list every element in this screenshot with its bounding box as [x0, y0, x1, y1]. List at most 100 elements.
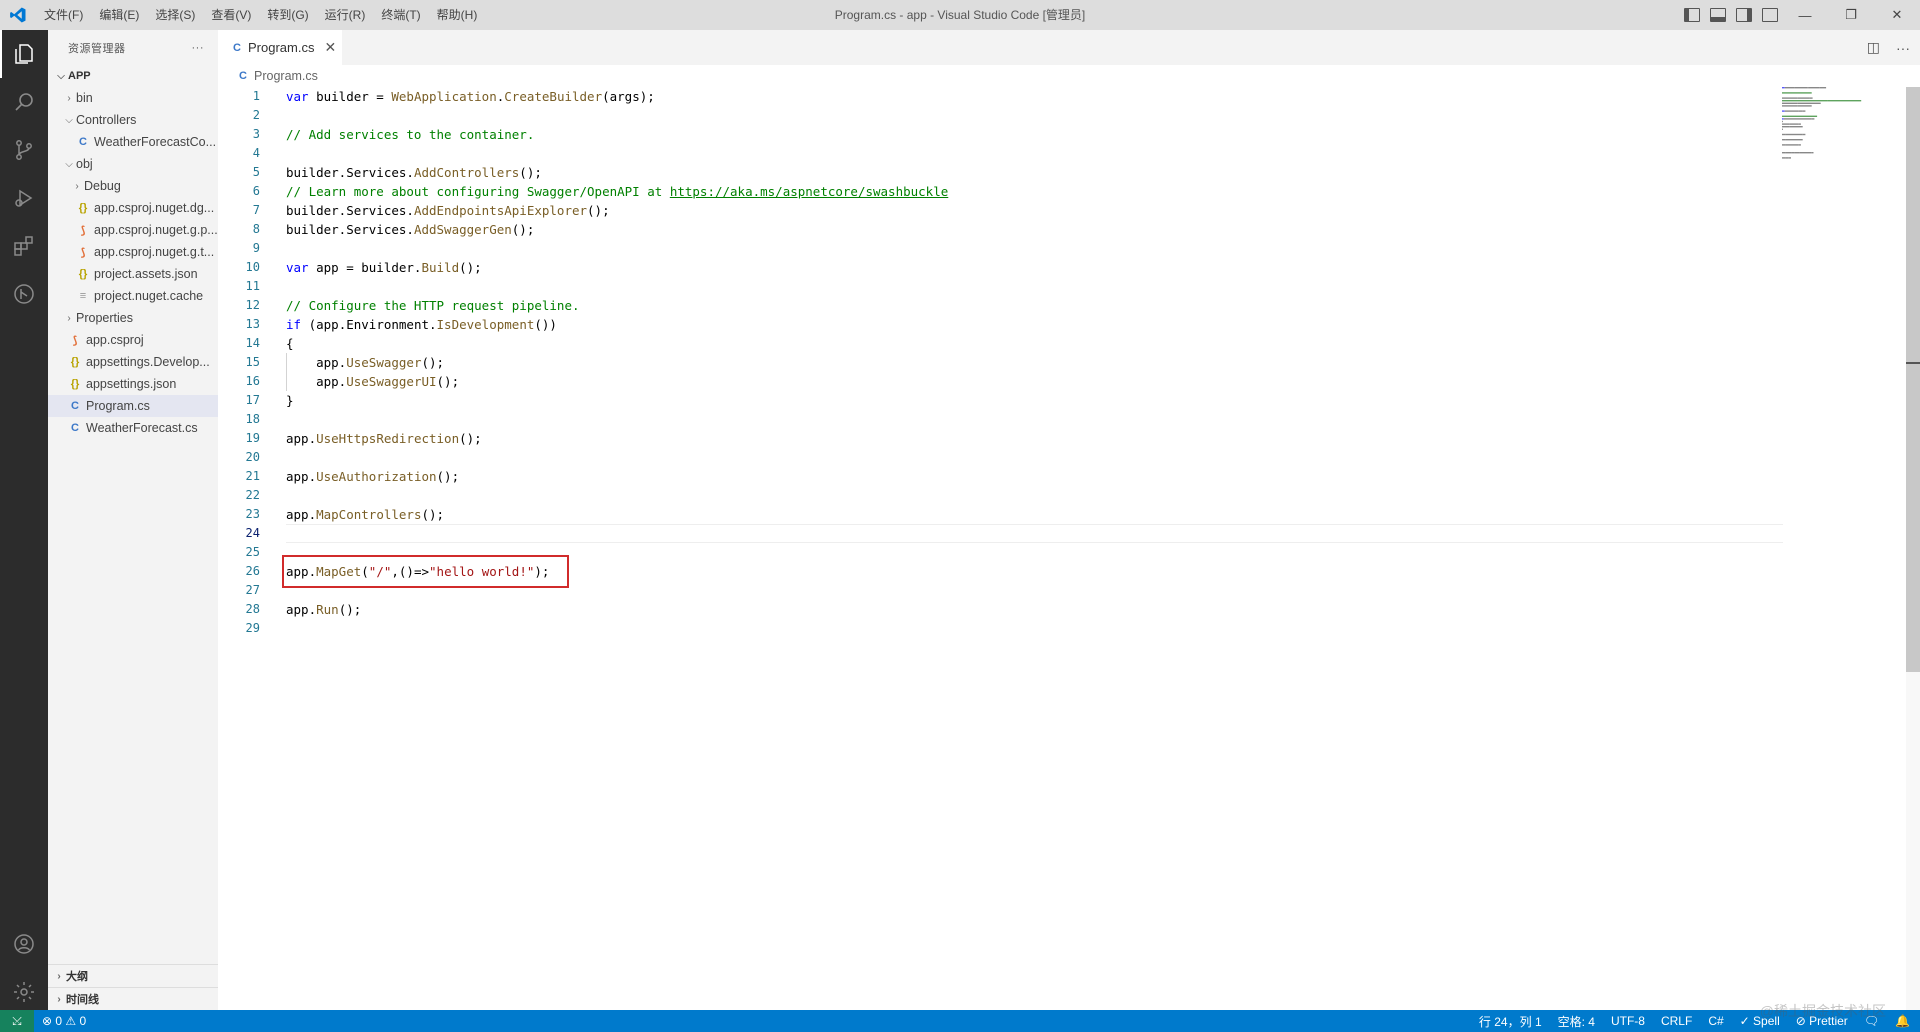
menu-item[interactable]: 文件(F) — [36, 0, 91, 30]
tree-file[interactable]: {} project.assets.json — [48, 263, 218, 285]
tree-file[interactable]: {} appsettings.Develop... — [48, 351, 218, 373]
code-line[interactable]: { — [286, 334, 1906, 353]
code-line[interactable]: builder.Services.AddSwaggerGen(); — [286, 220, 1906, 239]
minimap-token — [1782, 102, 1798, 104]
tree-folder[interactable]: › Debug — [48, 175, 218, 197]
file-encoding[interactable]: UTF-8 — [1611, 1014, 1645, 1028]
menu-item[interactable]: 转到(G) — [259, 0, 316, 30]
code-line[interactable] — [286, 619, 1906, 638]
code-line[interactable] — [286, 524, 1783, 543]
menu-item[interactable]: 选择(S) — [147, 0, 203, 30]
code-line[interactable] — [286, 277, 1906, 296]
tree-folder[interactable]: ⌵ Controllers — [48, 109, 218, 131]
vertical-scrollbar[interactable] — [1906, 87, 1920, 1010]
extensions-icon[interactable] — [0, 222, 48, 270]
code-line[interactable] — [286, 144, 1906, 163]
code-editor[interactable]: 1 2 3 4 5 6 7 8 9 10 11 12 13 14 15 16 17 18 19 20 21 22 23 24 2… — [218, 87, 1920, 1010]
editor-tab-bar: C Program.cs ✕ ◫ ··· — [218, 30, 1920, 65]
language-mode[interactable]: C# — [1708, 1014, 1723, 1028]
toggle-secondary-sidebar-icon[interactable] — [1736, 8, 1752, 22]
code-line[interactable]: app.Run(); — [286, 600, 1906, 619]
account-icon[interactable] — [0, 920, 48, 968]
code-line[interactable]: app.UseHttpsRedirection(); — [286, 429, 1906, 448]
code-line[interactable]: app.MapControllers(); — [286, 505, 1906, 524]
tree-file[interactable]: {} app.csproj.nuget.dg... — [48, 197, 218, 219]
indentation-setting[interactable]: 空格: 4 — [1558, 1013, 1595, 1030]
code-line[interactable]: builder.Services.AddEndpointsApiExplorer… — [286, 201, 1906, 220]
outline-pane-header[interactable]: › 大纲 — [48, 964, 218, 987]
customize-layout-icon[interactable] — [1762, 8, 1778, 22]
menu-item[interactable]: 运行(R) — [317, 0, 374, 30]
timeline-pane-header[interactable]: › 时间线 — [48, 987, 218, 1010]
file-tree: › bin ⌵ Controllers C WeatherForecastCo... ⌵ ob… — [48, 87, 218, 439]
tree-folder[interactable]: ⌵ obj — [48, 153, 218, 175]
tree-file[interactable]: ⟆ app.csproj.nuget.g.p... — [48, 219, 218, 241]
minimap-token — [1782, 97, 1798, 99]
tree-folder[interactable]: › bin — [48, 87, 218, 109]
search-icon[interactable] — [0, 78, 48, 126]
code-line[interactable]: var app = builder.Build(); — [286, 258, 1906, 277]
menu-item[interactable]: 查看(V) — [203, 0, 259, 30]
code-line[interactable] — [286, 448, 1906, 467]
tree-file[interactable]: ≡ project.nuget.cache — [48, 285, 218, 307]
settings-gear-icon[interactable] — [0, 968, 48, 1016]
minimap-token — [1802, 133, 1806, 136]
close-tab-icon[interactable]: ✕ — [324, 39, 336, 56]
code-line[interactable]: var builder = WebApplication.CreateBuild… — [286, 87, 1906, 106]
minimap-token — [1808, 87, 1820, 89]
toggle-primary-sidebar-icon[interactable] — [1684, 8, 1700, 22]
menu-item[interactable]: 终端(T) — [373, 0, 428, 30]
tree-file[interactable]: C Program.cs — [48, 395, 218, 417]
scrollbar-thumb[interactable] — [1906, 87, 1920, 672]
run-debug-icon[interactable] — [0, 174, 48, 222]
code-token: builder.Services. — [286, 165, 414, 180]
menu-item[interactable]: 帮助(H) — [429, 0, 486, 30]
tree-folder[interactable]: › Properties — [48, 307, 218, 329]
code-line[interactable]: } — [286, 391, 1906, 410]
code-line[interactable]: // Learn more about configuring Swagger/… — [286, 182, 1906, 201]
close-window-button[interactable]: ✕ — [1874, 0, 1920, 30]
code-token: Build — [421, 260, 460, 275]
indent-guide — [286, 353, 287, 372]
tab-program-cs[interactable]: C Program.cs ✕ — [218, 30, 342, 65]
tree-file[interactable]: {} appsettings.json — [48, 373, 218, 395]
cursor-position[interactable]: 行 24，列 1 — [1479, 1013, 1542, 1030]
problems-indicator[interactable]: ⊗ 0 ⚠ 0 — [42, 1014, 86, 1028]
toggle-panel-icon[interactable] — [1710, 8, 1726, 22]
tree-file[interactable]: C WeatherForecast.cs — [48, 417, 218, 439]
code-line[interactable]: // Add services to the container. — [286, 125, 1906, 144]
remote-icon[interactable] — [0, 270, 48, 318]
workspace-section-header[interactable]: ⌵ APP — [48, 65, 218, 87]
minimize-button[interactable]: — — [1782, 0, 1828, 30]
editor-more-actions-icon[interactable]: ··· — [1896, 40, 1910, 56]
minimap-token — [1784, 87, 1795, 89]
remote-indicator[interactable]: ⤩ — [0, 1010, 34, 1032]
code-line[interactable]: app.UseSwaggerUI(); — [286, 372, 1906, 391]
split-editor-icon[interactable]: ◫ — [1867, 39, 1880, 56]
code-line[interactable]: builder.Services.AddControllers(); — [286, 163, 1906, 182]
tree-file[interactable]: C WeatherForecastCo... — [48, 131, 218, 153]
restore-button[interactable]: ❐ — [1828, 0, 1874, 30]
notifications-bell-icon[interactable]: 🔔 — [1895, 1014, 1910, 1028]
code-line[interactable] — [286, 239, 1906, 258]
window-controls: — ❐ ✕ — [1782, 0, 1920, 30]
more-actions-icon[interactable]: ··· — [192, 42, 205, 54]
tree-item-label: Debug — [84, 179, 121, 193]
code-link[interactable]: https://aka.ms/aspnetcore/swashbuckle — [670, 184, 948, 199]
end-of-line[interactable]: CRLF — [1661, 1014, 1692, 1028]
code-line[interactable]: app.UseSwagger(); — [286, 353, 1906, 372]
menu-item[interactable]: 编辑(E) — [91, 0, 147, 30]
explorer-icon[interactable] — [0, 30, 48, 78]
line-number: 8 — [252, 222, 260, 236]
code-line[interactable] — [286, 106, 1906, 125]
code-line[interactable]: app.UseAuthorization(); — [286, 467, 1906, 486]
breadcrumb-file[interactable]: Program.cs — [254, 69, 318, 83]
code-line[interactable]: // Configure the HTTP request pipeline. — [286, 296, 1906, 315]
tree-file[interactable]: ⟆ app.csproj.nuget.g.t... — [48, 241, 218, 263]
minimap[interactable] — [1782, 87, 1892, 167]
code-line[interactable] — [286, 410, 1906, 429]
tree-file[interactable]: ⟆ app.csproj — [48, 329, 218, 351]
source-control-icon[interactable] — [0, 126, 48, 174]
code-line[interactable]: if (app.Environment.IsDevelopment()) — [286, 315, 1906, 334]
code-line[interactable] — [286, 486, 1906, 505]
